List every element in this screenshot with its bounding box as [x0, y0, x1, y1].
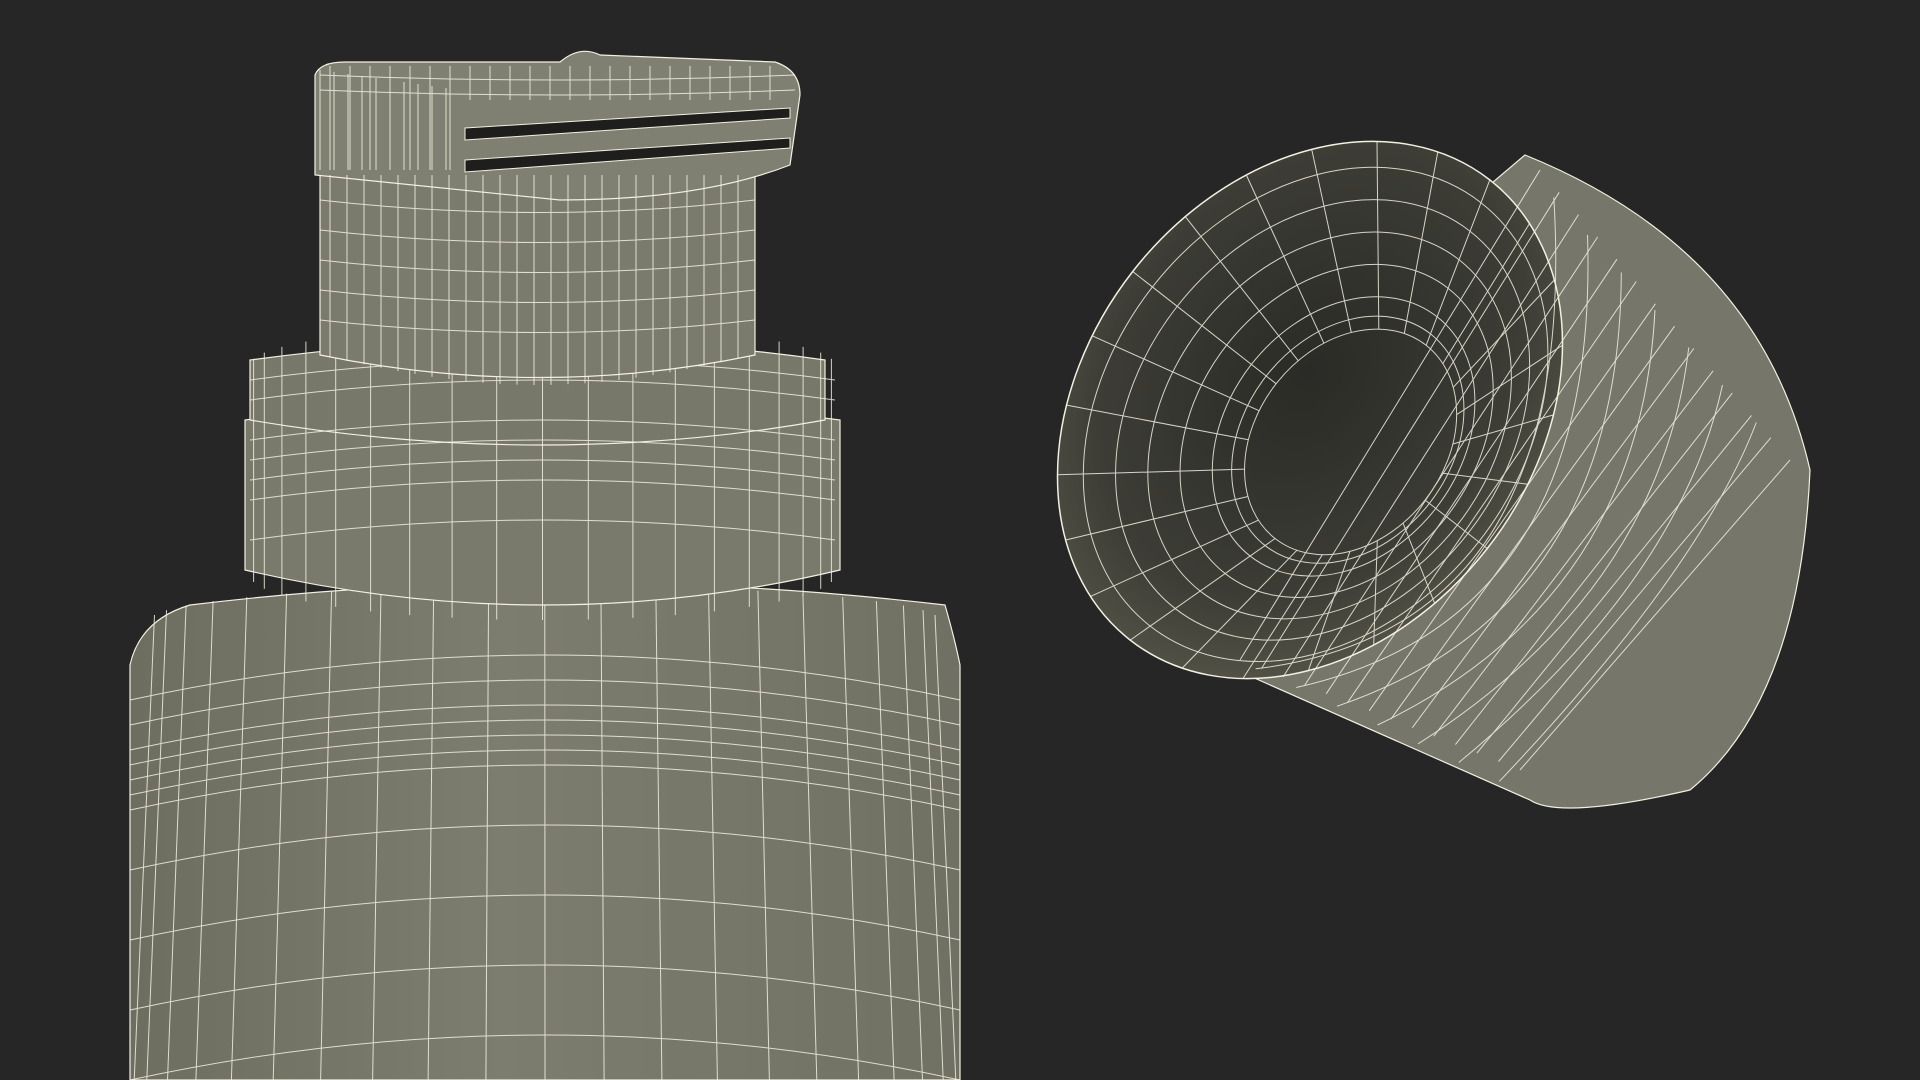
- bottle-cap-open: [1056, 140, 1811, 809]
- dispenser-stem: [319, 169, 756, 379]
- 3d-wireframe-viewport: [0, 0, 1920, 1080]
- bottle-body: [129, 581, 961, 1080]
- render-canvas: [129, 50, 1811, 1080]
- flip-top-dispenser: [314, 50, 801, 385]
